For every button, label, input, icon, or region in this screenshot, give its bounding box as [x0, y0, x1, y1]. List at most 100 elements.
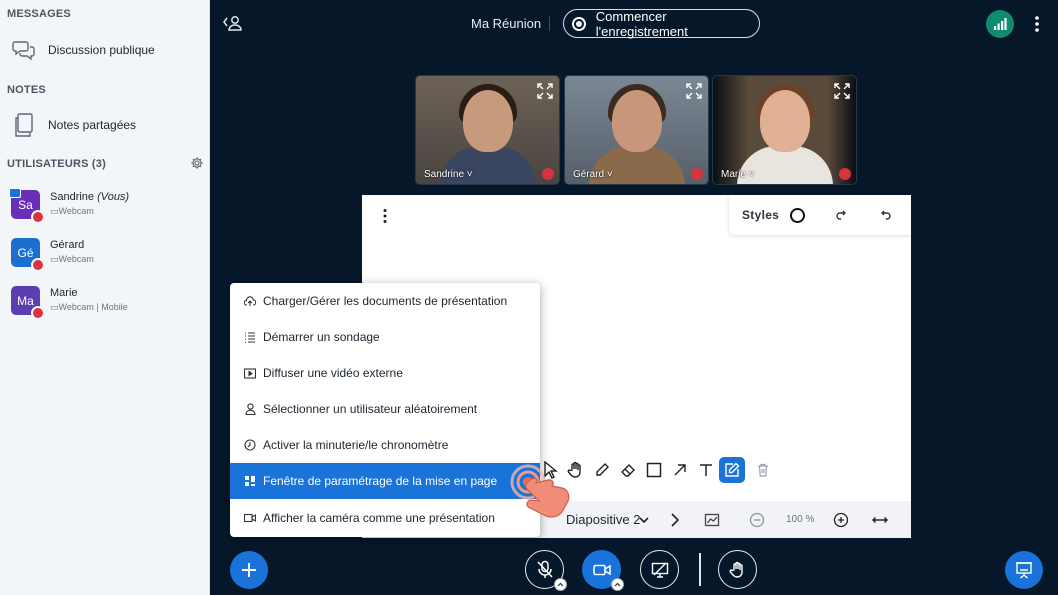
sidebar: MESSAGES Discussion publique NOTES Notes… — [0, 0, 210, 595]
plus-icon — [242, 563, 256, 577]
eraser-icon — [621, 464, 635, 477]
options-menu-icon[interactable] — [1030, 14, 1044, 34]
upload-cloud-icon — [244, 295, 256, 307]
styles-panel: Styles — [729, 195, 911, 235]
chart-icon[interactable] — [704, 512, 720, 528]
layout-grid-icon — [244, 475, 256, 487]
shared-notes-label: Notes partagées — [48, 118, 137, 132]
fullscreen-icon[interactable] — [686, 83, 702, 99]
zoom-out-icon[interactable] — [749, 512, 765, 528]
muted-mic-icon — [31, 258, 45, 272]
chat-bubbles-icon — [12, 41, 35, 61]
user-icon — [244, 403, 256, 415]
camera-icon — [244, 512, 256, 524]
connection-status-button[interactable] — [986, 10, 1014, 38]
muted-mic-icon — [542, 168, 554, 180]
text-tool[interactable] — [693, 457, 719, 483]
rectangle-tool[interactable] — [641, 457, 667, 483]
menu-item-label: Afficher la caméra comme une présentatio… — [263, 511, 495, 525]
undo-icon[interactable] — [879, 208, 893, 222]
styles-button[interactable]: Styles — [742, 208, 779, 222]
raise-hand-button[interactable] — [718, 550, 757, 589]
presentation-toggle-button[interactable] — [1005, 551, 1043, 589]
user-list-item[interactable]: Ma Marie ▭Webcam | Mobile — [11, 286, 128, 320]
user-status: ▭Webcam — [50, 254, 94, 264]
next-slide-icon[interactable] — [666, 512, 682, 528]
avatar: Ma — [11, 286, 45, 320]
start-recording-button[interactable]: Commencer l'enregistrement — [563, 8, 760, 39]
video-participant-name: Marie ˅ — [721, 169, 755, 180]
actions-button[interactable] — [230, 551, 268, 589]
screen-share-off-icon — [651, 562, 668, 578]
timer-icon — [244, 439, 256, 451]
avatar-initials: Gé — [17, 245, 34, 260]
video-participant-name: Sandrine ˅ — [424, 169, 473, 180]
fit-width-icon[interactable] — [872, 512, 888, 528]
menu-item-external-video[interactable]: Diffuser une vidéo externe — [230, 355, 540, 391]
user-status: ▭Webcam — [50, 206, 94, 216]
mic-off-icon — [536, 560, 553, 578]
menu-item-label: Diffuser une vidéo externe — [263, 366, 403, 380]
pencil-tool[interactable] — [589, 457, 615, 483]
title-divider — [549, 16, 550, 31]
muted-mic-icon — [31, 210, 45, 224]
presenter-icon — [9, 188, 21, 198]
menu-item-random-user[interactable]: Sélectionner un utilisateur aléatoiremen… — [230, 391, 540, 427]
avatar: Gé — [11, 238, 45, 272]
leave-user-icon[interactable] — [222, 14, 244, 32]
toolbar-divider — [699, 553, 701, 586]
user-status: ▭Webcam | Mobile — [50, 302, 128, 312]
chevron-up-icon — [614, 582, 621, 587]
redo-icon[interactable] — [834, 208, 848, 222]
menu-item-upload-presentation[interactable]: Charger/Gérer les documents de présentat… — [230, 283, 540, 319]
chevron-down-icon[interactable] — [636, 512, 652, 528]
menu-item-label: Fenêtre de paramétrage de la mise en pag… — [263, 474, 498, 488]
user-list-item[interactable]: Sa Sandrine (Vous) ▭Webcam — [9, 188, 130, 224]
menu-item-layout-settings[interactable]: Fenêtre de paramétrage de la mise en pag… — [230, 463, 540, 499]
audio-options-caret[interactable] — [554, 578, 567, 591]
muted-mic-icon — [31, 306, 45, 320]
avatar: Sa — [9, 188, 45, 224]
poll-list-icon — [244, 331, 256, 343]
tap-hand-pointer-icon — [510, 464, 570, 518]
messages-section-title: MESSAGES — [7, 8, 71, 20]
screen-share-button[interactable] — [640, 550, 679, 589]
unmute-button[interactable] — [525, 550, 567, 591]
notes-icon — [15, 113, 33, 137]
user-name: Gérard — [50, 239, 85, 251]
menu-item-timer[interactable]: Activer la minuterie/le chronomètre — [230, 427, 540, 463]
meeting-title: Ma Réunion — [471, 16, 542, 31]
raise-hand-icon — [728, 561, 743, 578]
video-participant-name: Gérard ˅ — [573, 169, 613, 180]
arrow-tool[interactable] — [667, 457, 693, 483]
user-list-item[interactable]: Gé Gérard ▭Webcam — [11, 238, 94, 272]
menu-item-label: Activer la minuterie/le chronomètre — [263, 438, 449, 452]
menu-item-camera-as-content[interactable]: Afficher la caméra comme une présentatio… — [230, 500, 540, 536]
eraser-tool[interactable] — [615, 457, 641, 483]
fullscreen-icon[interactable] — [537, 83, 553, 99]
arrow-icon — [674, 464, 686, 476]
zoom-in-icon[interactable] — [833, 512, 849, 528]
signal-bars-icon — [994, 18, 1007, 30]
muted-mic-icon — [839, 168, 851, 180]
video-options-caret[interactable] — [611, 578, 624, 591]
edit-note-icon — [725, 462, 740, 477]
shared-notes-item[interactable]: Notes partagées — [12, 112, 136, 138]
whiteboard-options-icon[interactable] — [382, 208, 388, 224]
public-chat-item[interactable]: Discussion publique — [12, 38, 155, 62]
menu-item-start-poll[interactable]: Démarrer un sondage — [230, 319, 540, 355]
fullscreen-icon[interactable] — [834, 83, 850, 99]
gear-icon[interactable] — [190, 156, 204, 170]
camera-button[interactable] — [582, 550, 624, 591]
menu-item-label: Démarrer un sondage — [263, 330, 380, 344]
trash-icon[interactable] — [757, 463, 769, 477]
user-name: Sandrine (Vous) — [50, 191, 130, 203]
video-camera-icon — [592, 564, 611, 575]
video-tile[interactable]: Sandrine ˅ — [415, 75, 560, 185]
video-tile[interactable]: Gérard ˅ — [564, 75, 709, 185]
start-recording-label: Commencer l'enregistrement — [595, 8, 688, 39]
external-video-icon — [244, 367, 256, 379]
video-tile[interactable]: Marie ˅ — [712, 75, 857, 185]
note-tool[interactable] — [719, 457, 745, 483]
stroke-style-icon[interactable] — [790, 207, 806, 223]
